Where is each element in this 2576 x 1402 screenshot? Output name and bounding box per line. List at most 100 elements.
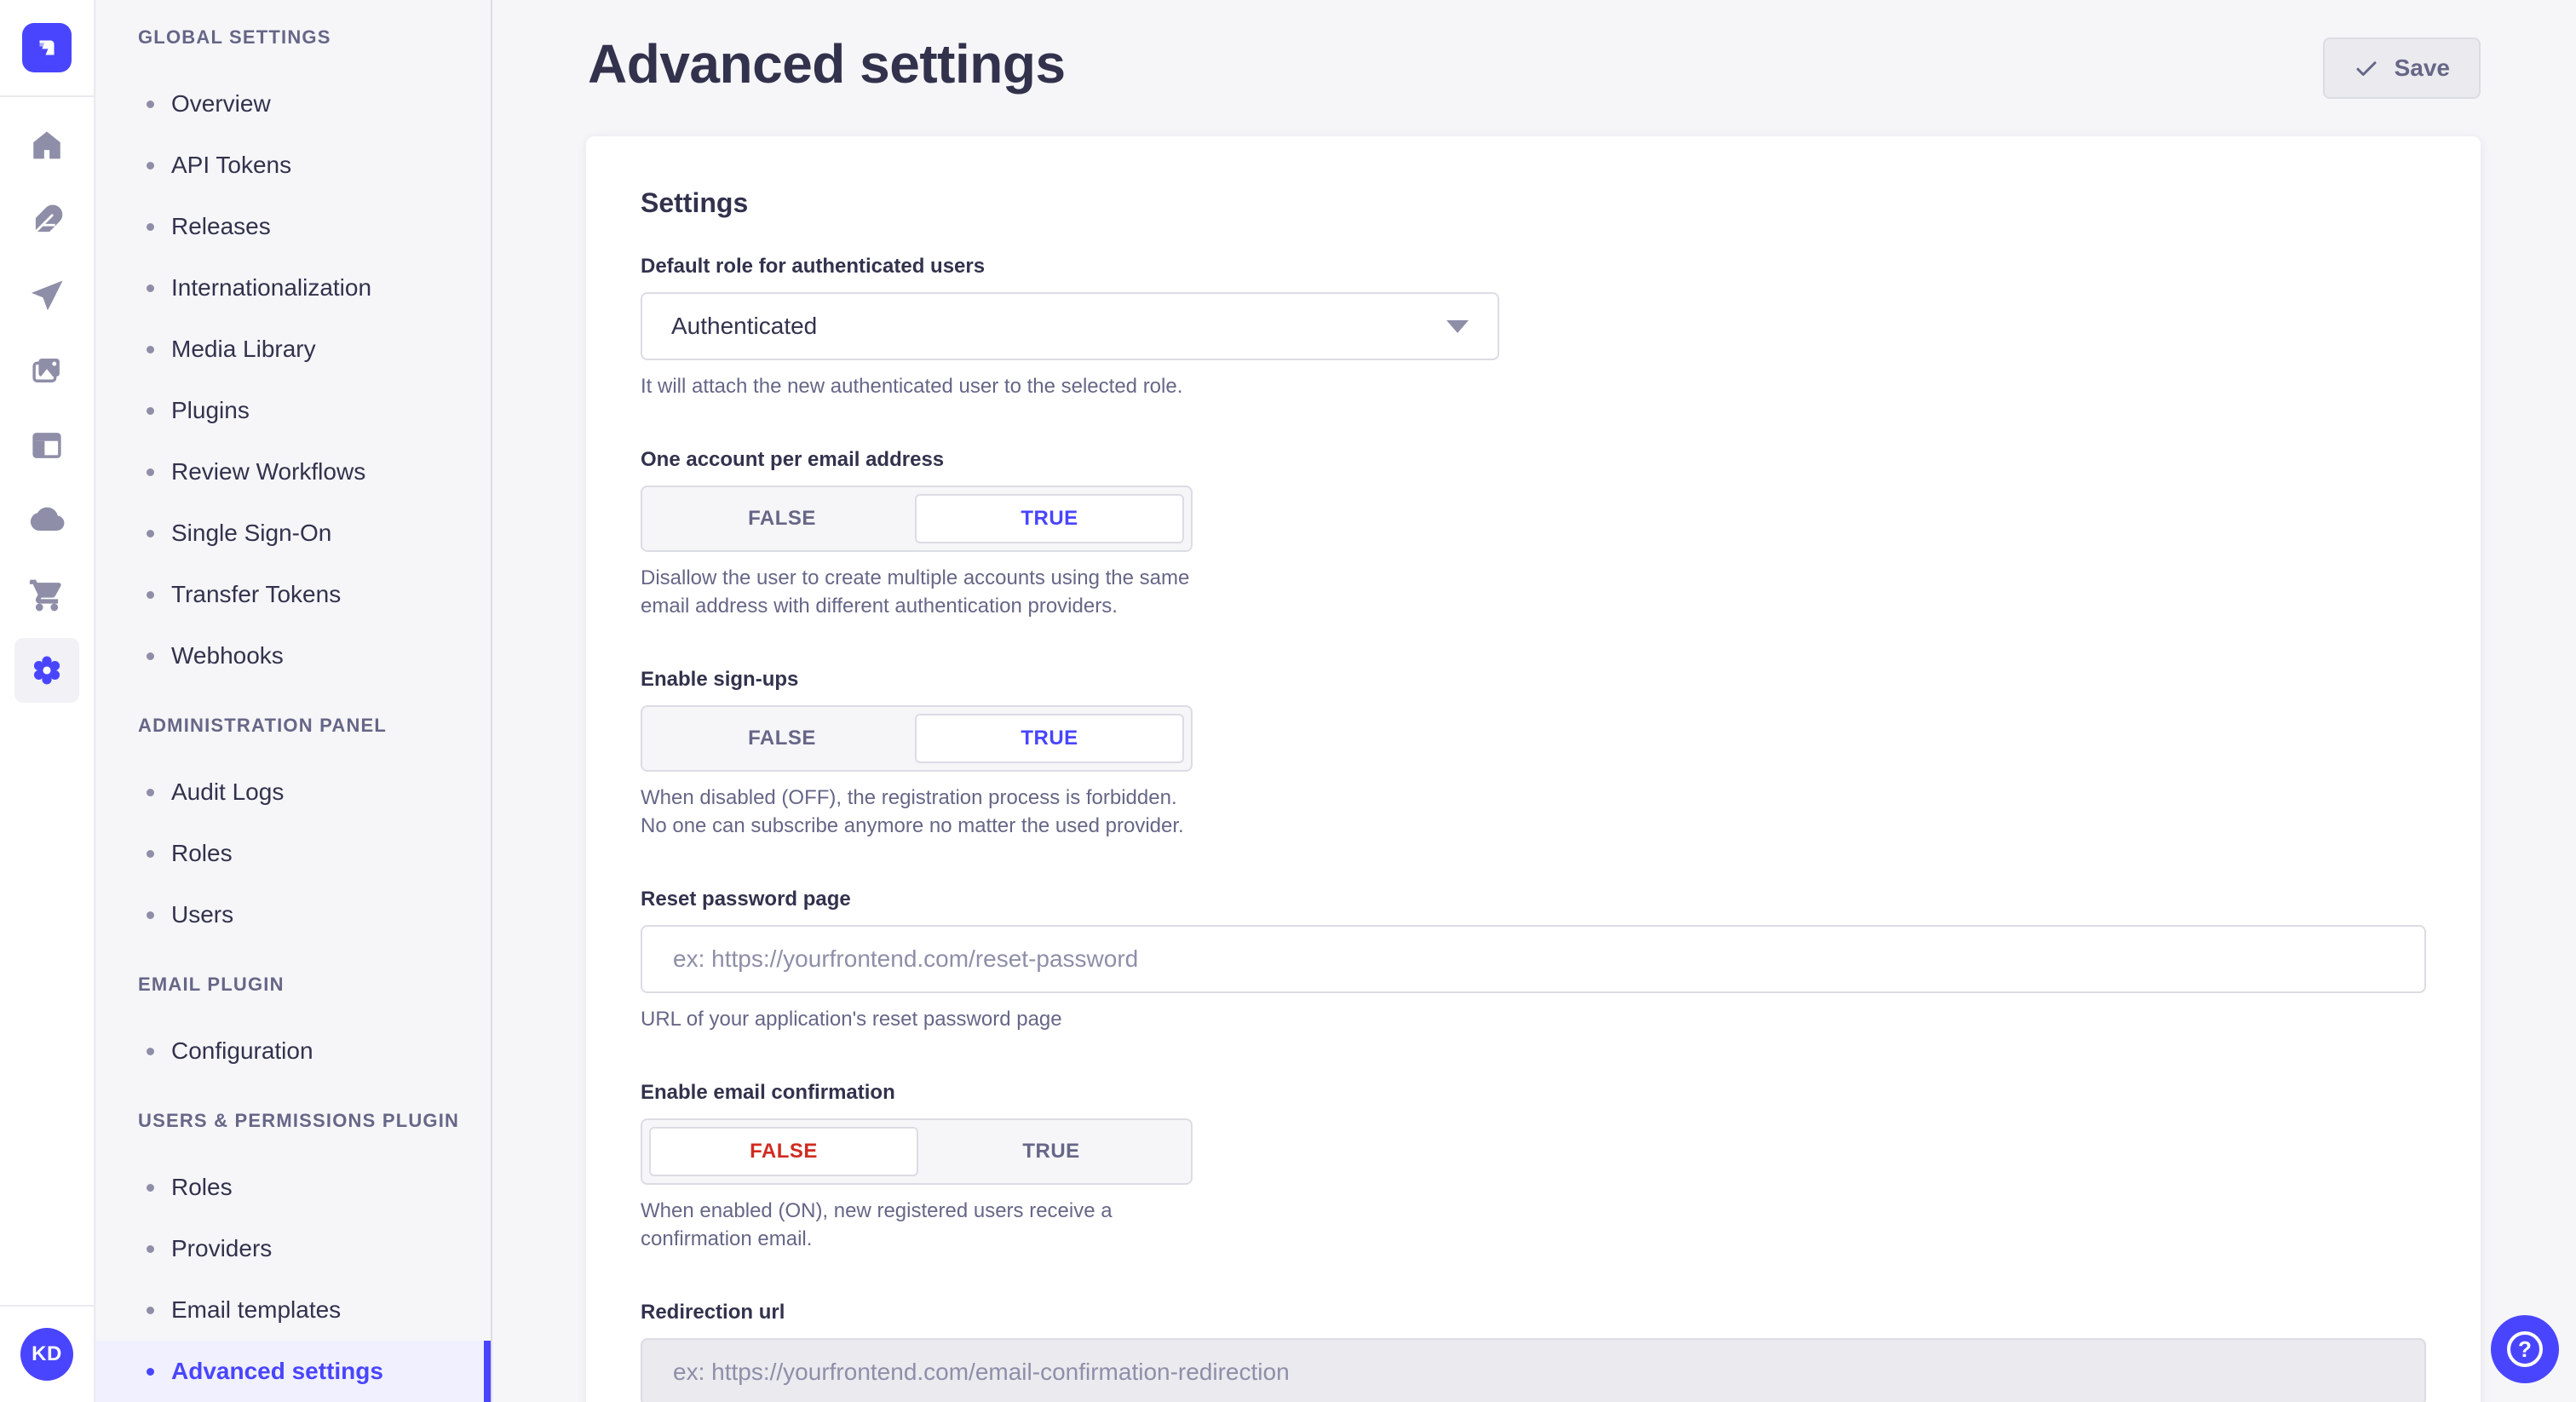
bullet-icon — [147, 101, 154, 108]
default-role-select[interactable]: Authenticated — [641, 292, 1499, 360]
main-content: Advanced settings Save Settings Default … — [492, 0, 2576, 1402]
field-hint: When enabled (ON), new registered users … — [641, 1197, 1194, 1253]
send-icon — [29, 278, 65, 313]
settings-section-title: Settings — [641, 187, 2426, 219]
sidebar-item-email-templates[interactable]: Email templates — [95, 1279, 491, 1341]
cloud-icon — [29, 503, 65, 538]
sidebar-item-up-roles[interactable]: Roles — [95, 1157, 491, 1218]
settings-sidebar: GLOBAL SETTINGS Overview API Tokens Rele… — [95, 0, 492, 1402]
sidebar-item-webhooks[interactable]: Webhooks — [95, 625, 491, 687]
strapi-logo-icon — [22, 23, 72, 72]
sidebar-item-single-sign-on[interactable]: Single Sign-On — [95, 503, 491, 564]
nav-marketplace-button[interactable] — [0, 558, 94, 633]
bullet-icon — [147, 1368, 154, 1376]
bullet-icon — [147, 346, 154, 353]
reset-password-input[interactable] — [641, 925, 2426, 993]
settings-card: Settings Default role for authenticated … — [586, 136, 2481, 1402]
bullet-icon — [147, 1184, 154, 1192]
nav-cloud-button[interactable] — [0, 483, 94, 558]
save-button[interactable]: Save — [2323, 37, 2481, 99]
field-reset-password: Reset password page URL of your applicat… — [641, 888, 2426, 1033]
nav-releases-button[interactable] — [0, 258, 94, 333]
sidebar-item-audit-logs[interactable]: Audit Logs — [95, 761, 491, 823]
sidebar-item-providers[interactable]: Providers — [95, 1218, 491, 1279]
sidebar-item-review-workflows[interactable]: Review Workflows — [95, 441, 491, 503]
nav-content-manager-button[interactable] — [0, 183, 94, 258]
field-label: Default role for authenticated users — [641, 255, 2426, 279]
check-icon — [2354, 55, 2379, 81]
sign-ups-toggle: FALSE TRUE — [641, 705, 1193, 772]
bullet-icon — [147, 530, 154, 537]
one-account-false-option[interactable]: FALSE — [649, 494, 915, 543]
email-confirmation-toggle: FALSE TRUE — [641, 1118, 1193, 1185]
help-button[interactable]: ? — [2491, 1315, 2559, 1383]
bullet-icon — [147, 911, 154, 919]
user-avatar[interactable]: KD — [20, 1328, 73, 1381]
sign-ups-true-option[interactable]: TRUE — [915, 714, 1184, 763]
sign-ups-false-option[interactable]: FALSE — [649, 714, 915, 763]
field-email-confirmation: Enable email confirmation FALSE TRUE Whe… — [641, 1081, 2426, 1253]
sidebar-heading-administration-panel: ADMINISTRATION PANEL — [138, 710, 491, 741]
sidebar-item-releases[interactable]: Releases — [95, 196, 491, 257]
email-confirmation-false-option[interactable]: FALSE — [649, 1127, 918, 1176]
chevron-down-icon — [1446, 320, 1469, 333]
field-label: Enable email confirmation — [641, 1081, 2426, 1105]
nav-home-button[interactable] — [0, 108, 94, 183]
cart-icon — [29, 577, 65, 613]
field-default-role: Default role for authenticated users Aut… — [641, 255, 2426, 400]
field-hint: It will attach the new authenticated use… — [641, 372, 2426, 400]
workspace-logo-button[interactable] — [0, 0, 94, 95]
field-label: Enable sign-ups — [641, 668, 2426, 692]
bullet-icon — [147, 284, 154, 292]
email-confirmation-true-option[interactable]: TRUE — [918, 1127, 1184, 1176]
field-hint: When disabled (OFF), the registration pr… — [641, 784, 1194, 840]
nav-media-library-button[interactable] — [0, 333, 94, 408]
nav-settings-button[interactable] — [0, 633, 94, 708]
save-button-label: Save — [2395, 55, 2450, 82]
sidebar-item-media-library[interactable]: Media Library — [95, 319, 491, 380]
field-label: Redirection url — [641, 1301, 2426, 1324]
bullet-icon — [147, 652, 154, 660]
sidebar-item-email-configuration[interactable]: Configuration — [95, 1020, 491, 1082]
media-icon — [29, 353, 65, 388]
one-account-toggle: FALSE TRUE — [641, 486, 1193, 552]
bullet-icon — [147, 407, 154, 415]
sidebar-item-plugins[interactable]: Plugins — [95, 380, 491, 441]
field-sign-ups: Enable sign-ups FALSE TRUE When disabled… — [641, 668, 2426, 840]
field-label: Reset password page — [641, 888, 2426, 911]
sidebar-heading-email-plugin: EMAIL PLUGIN — [138, 969, 491, 1000]
sidebar-item-admin-users[interactable]: Users — [95, 884, 491, 945]
layout-icon — [29, 428, 65, 463]
sidebar-heading-global-settings: GLOBAL SETTINGS — [138, 22, 491, 53]
nav-content-type-builder-button[interactable] — [0, 408, 94, 483]
gear-icon — [29, 652, 65, 688]
field-one-account: One account per email address FALSE TRUE… — [641, 448, 2426, 620]
redirection-url-input — [641, 1338, 2426, 1402]
sidebar-item-internationalization[interactable]: Internationalization — [95, 257, 491, 319]
field-label: One account per email address — [641, 448, 2426, 472]
bullet-icon — [147, 1048, 154, 1055]
home-icon — [29, 128, 65, 164]
bullet-icon — [147, 850, 154, 858]
field-redirection-url: Redirection url — [641, 1301, 2426, 1402]
main-nav-rail: KD — [0, 0, 95, 1402]
bullet-icon — [147, 1307, 154, 1314]
sidebar-item-admin-roles[interactable]: Roles — [95, 823, 491, 884]
select-value: Authenticated — [671, 313, 817, 340]
one-account-true-option[interactable]: TRUE — [915, 494, 1184, 543]
help-icon: ? — [2507, 1331, 2543, 1367]
sidebar-heading-users-permissions-plugin: USERS & PERMISSIONS PLUGIN — [138, 1106, 491, 1136]
feather-icon — [29, 203, 65, 238]
bullet-icon — [147, 162, 154, 170]
bullet-icon — [147, 1245, 154, 1253]
page-title: Advanced settings — [588, 32, 1066, 95]
sidebar-item-overview[interactable]: Overview — [95, 73, 491, 135]
field-hint: URL of your application's reset password… — [641, 1005, 2426, 1033]
bullet-icon — [147, 789, 154, 796]
sidebar-item-advanced-settings[interactable]: Advanced settings — [95, 1341, 491, 1402]
bullet-icon — [147, 591, 154, 599]
field-hint: Disallow the user to create multiple acc… — [641, 564, 1194, 620]
bullet-icon — [147, 223, 154, 231]
sidebar-item-api-tokens[interactable]: API Tokens — [95, 135, 491, 196]
sidebar-item-transfer-tokens[interactable]: Transfer Tokens — [95, 564, 491, 625]
